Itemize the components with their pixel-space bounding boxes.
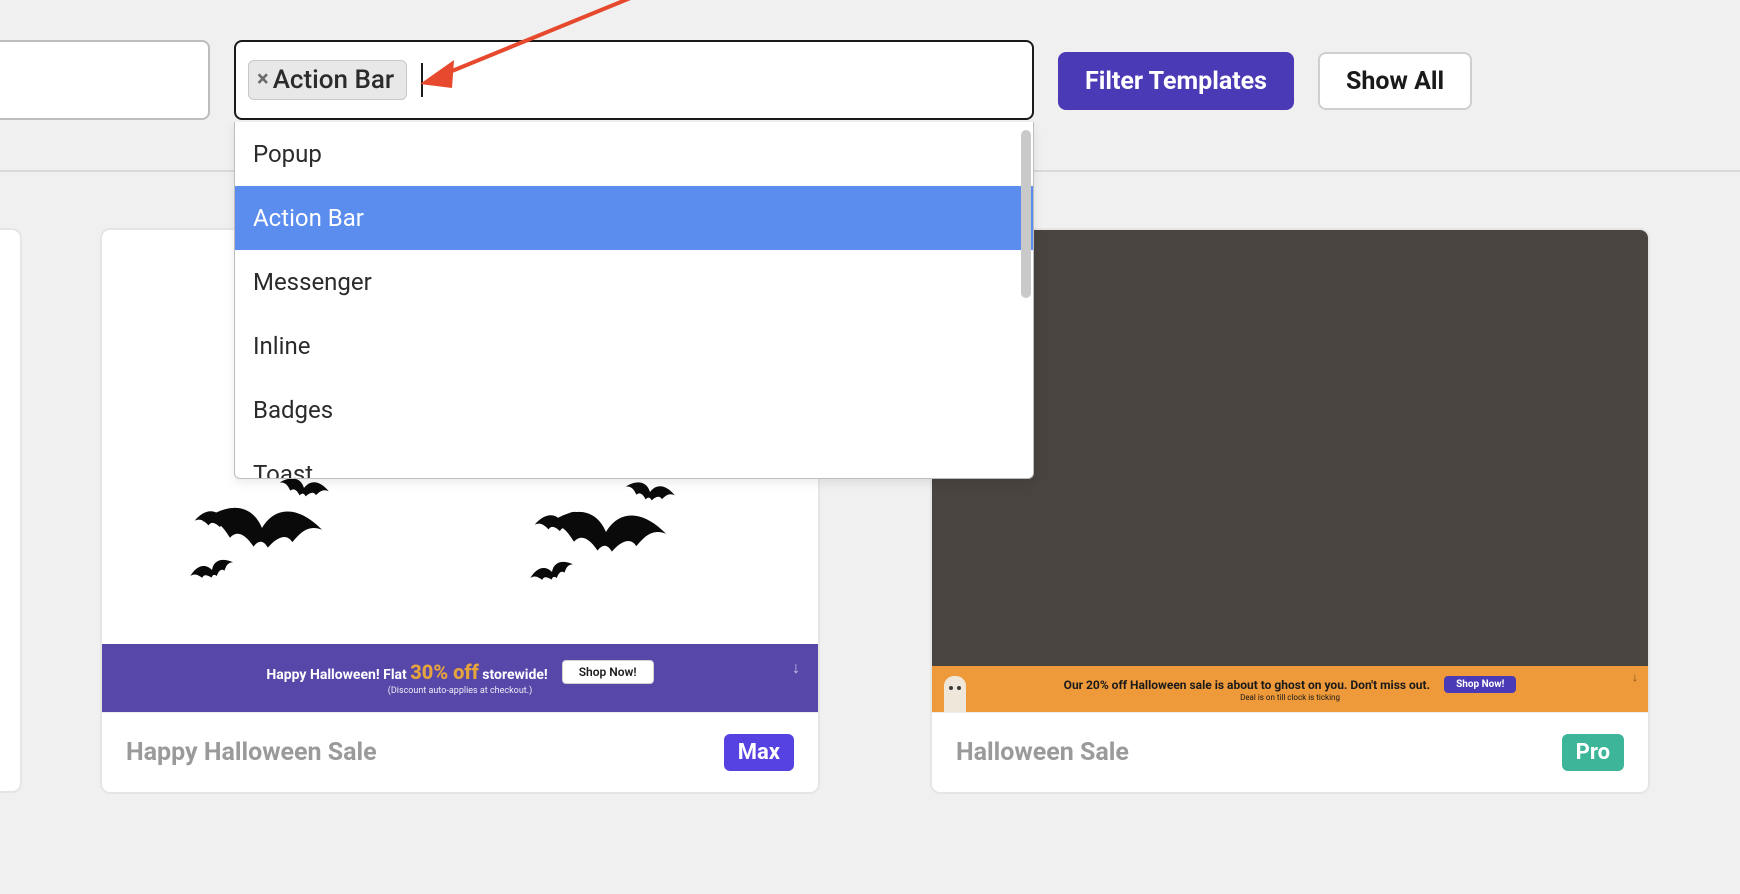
- banner-text: Our 20% off Halloween sale is about to g…: [1064, 678, 1430, 692]
- dropdown-option-messenger[interactable]: Messenger: [235, 250, 1033, 314]
- selected-tag-chip[interactable]: × Action Bar: [248, 60, 407, 100]
- banner-cta-button[interactable]: Shop Now!: [1444, 676, 1516, 693]
- filter-bar: × Action Bar Popup Action Bar Messenger …: [0, 0, 1740, 120]
- template-card[interactable]: Our 20% off Halloween sale is about to g…: [930, 228, 1650, 794]
- banner-cta-button[interactable]: Shop Now!: [562, 660, 654, 684]
- banner-text-post: storewide!: [482, 667, 547, 683]
- banner-discount: 30% off: [410, 660, 479, 684]
- collapse-arrow-icon[interactable]: ↓: [792, 658, 800, 678]
- dropdown-option-action-bar[interactable]: Action Bar: [235, 186, 1033, 250]
- dropdown-option-inline[interactable]: Inline: [235, 314, 1033, 378]
- type-filter-dropdown[interactable]: Popup Action Bar Messenger Inline Badges…: [234, 122, 1034, 479]
- dropdown-scrollbar[interactable]: [1021, 130, 1031, 298]
- banner-text-pre: Happy Halloween! Flat: [266, 667, 406, 683]
- ghost-icon: [944, 676, 966, 712]
- template-preview: Our 20% off Halloween sale is about to g…: [932, 230, 1648, 712]
- text-cursor: [421, 63, 423, 97]
- banner-subtext: Deal is on till clock is ticking: [1240, 693, 1340, 702]
- preview-action-bar: Happy Halloween! Flat 30% off storewide!…: [102, 644, 818, 712]
- dropdown-option-popup[interactable]: Popup: [235, 122, 1033, 186]
- plan-badge-max: Max: [724, 734, 794, 771]
- filter-templates-button[interactable]: Filter Templates: [1058, 52, 1294, 110]
- card-footer: Happy Halloween Sale Max: [102, 712, 818, 792]
- template-title: Halloween Sale: [956, 738, 1129, 767]
- plan-badge-pro: Pro: [1562, 734, 1624, 771]
- type-filter-input[interactable]: × Action Bar: [234, 40, 1034, 120]
- banner-subtext: (Discount auto-applies at checkout.): [388, 686, 532, 696]
- preview-action-bar: Our 20% off Halloween sale is about to g…: [932, 666, 1648, 712]
- selected-tag-label: Action Bar: [273, 65, 394, 95]
- show-all-button[interactable]: Show All: [1318, 52, 1472, 110]
- dropdown-option-badges[interactable]: Badges: [235, 378, 1033, 442]
- card-footer: Halloween Sale Pro: [932, 712, 1648, 792]
- remove-tag-icon[interactable]: ×: [257, 69, 269, 91]
- collapse-arrow-icon[interactable]: ↓: [1632, 670, 1638, 684]
- left-filter-input-fragment[interactable]: [0, 40, 210, 120]
- template-title: Happy Halloween Sale: [126, 738, 377, 767]
- type-filter-select[interactable]: × Action Bar Popup Action Bar Messenger …: [234, 40, 1034, 120]
- dropdown-option-toast[interactable]: Toast: [235, 442, 1033, 478]
